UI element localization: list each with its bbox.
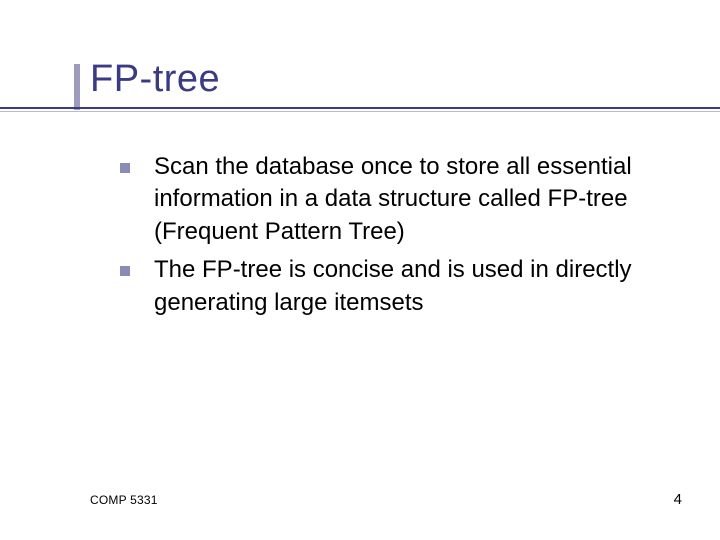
slide-body: Scan the database once to store all esse… <box>90 139 680 319</box>
bullet-text: Scan the database once to store all esse… <box>154 151 640 248</box>
square-bullet-icon <box>120 163 130 173</box>
slide-title: FP-tree <box>90 58 680 101</box>
title-accent-bar <box>74 64 80 110</box>
slide: FP-tree Scan the database once to store … <box>0 0 720 540</box>
footer-course: COMP 5331 <box>90 493 158 507</box>
slide-footer: COMP 5331 4 <box>90 491 682 508</box>
title-underline <box>0 107 720 109</box>
bullet-item: Scan the database once to store all esse… <box>120 151 640 248</box>
square-bullet-icon <box>120 266 130 276</box>
bullet-item: The FP-tree is concise and is used in di… <box>120 254 640 319</box>
bullet-text: The FP-tree is concise and is used in di… <box>154 254 640 319</box>
footer-page-number: 4 <box>674 491 682 508</box>
title-block: FP-tree <box>90 58 680 101</box>
